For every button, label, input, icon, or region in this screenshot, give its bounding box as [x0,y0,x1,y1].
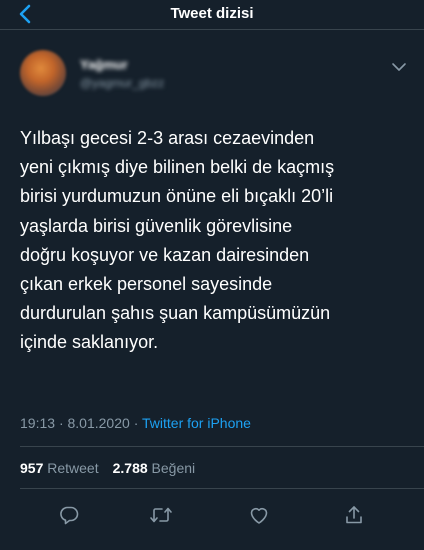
tweet-text-line: çıkan erkek personel sayesinde [20,274,273,295]
tweet-text: Yılbaşı gecesi 2-3 arası cezaevinden yen… [20,124,415,358]
tweet-meta: 19:13 · 8.01.2020 · Twitter for iPhone [20,415,251,431]
chevron-left-icon [19,4,31,24]
divider [20,446,424,447]
tweet-thread-screen: Tweet dizisi Yağmur @yagmur_gbzz Yılbaşı… [0,0,424,550]
tweet-time: 19:13 [20,415,56,431]
heart-icon [250,507,268,524]
retweets-count: 957 [20,460,44,476]
meta-separator: · [58,415,64,431]
share-button[interactable] [341,503,367,527]
tweet-text-line: Yılbaşı gecesi 2-3 arası cezaevinden [20,128,315,148]
page-title: Tweet dizisi [170,5,254,22]
divider [20,488,424,489]
tweet-source-link[interactable]: Twitter for iPhone [142,415,251,431]
retweets-label: Retweet [47,460,99,476]
tweet-text-line: yaşlarda birisi güvenlik görevlisine [20,215,293,236]
tweet-text-line: içinde saklanıyor. [20,332,159,353]
retweets-stat[interactable]: 957 Retweet [20,460,99,476]
tweet-text-line: durdurulan şahıs şuan kampüsümüzün [20,303,331,324]
likes-count: 2.788 [112,460,148,476]
tweet-text-line: yeni çıkmış diye bilinen belki de kaçmış [20,157,335,178]
tweet-date: 8.01.2020 [67,415,130,431]
author-name[interactable]: Yağmur [80,57,128,72]
tweet-menu-button[interactable] [390,60,408,74]
chevron-down-icon [392,63,406,71]
avatar[interactable] [20,50,66,96]
tweet-author: Yağmur @yagmur_gbzz [0,40,424,104]
like-button[interactable] [246,503,272,527]
share-icon [346,506,362,524]
tweet-text-line: birisi yurdumuzun önüne eli bıçaklı 20’l… [20,186,334,207]
back-button[interactable] [12,2,38,26]
top-bar: Tweet dizisi [0,0,424,30]
likes-stat[interactable]: 2.788 Beğeni [113,460,196,476]
retweet-button[interactable] [148,503,174,527]
reply-icon [60,506,79,525]
author-handle[interactable]: @yagmur_gbzz [80,76,164,90]
reply-button[interactable] [56,503,82,527]
tweet-stats: 957 Retweet 2.788 Beğeni [20,460,195,476]
tweet-text-line: doğru koşuyor ve kazan dairesinden [20,244,310,265]
meta-separator: · [133,415,139,431]
retweet-icon [150,507,172,523]
likes-label: Beğeni [151,460,196,476]
